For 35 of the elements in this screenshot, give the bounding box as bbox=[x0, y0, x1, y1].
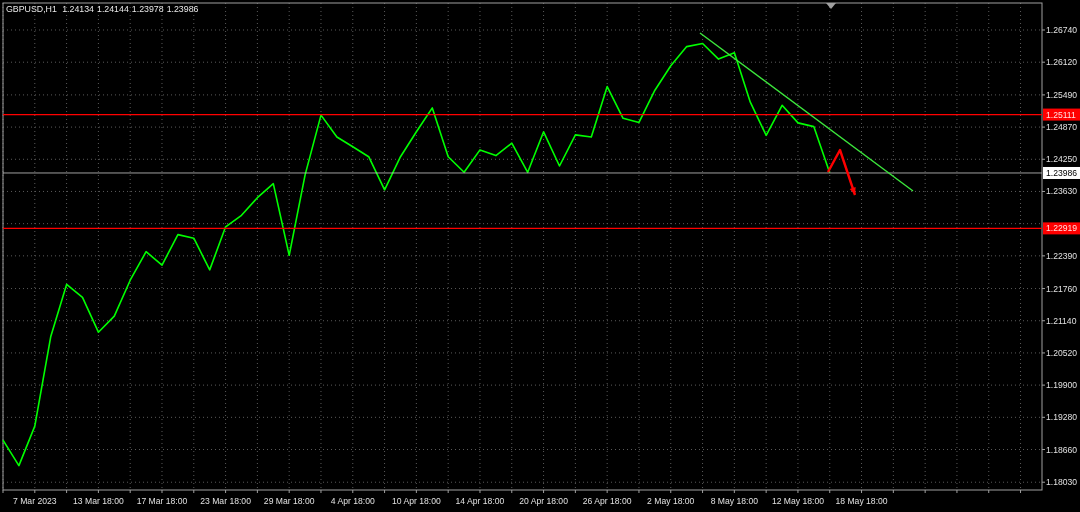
arrow-drawing[interactable] bbox=[826, 148, 857, 196]
axis-label: 17 Mar 18:00 bbox=[136, 496, 188, 506]
axis-label: 1.22390 bbox=[1046, 250, 1078, 261]
axis-label: 1.26740 bbox=[1046, 25, 1078, 35]
axis-label: 12 May 18:00 bbox=[771, 496, 824, 506]
axis-label: 4 Apr 18:00 bbox=[330, 496, 375, 506]
axis-label: 1.25490 bbox=[1046, 89, 1078, 100]
axis-label: 13 Mar 18:00 bbox=[73, 496, 124, 506]
axis-label: 1.20520 bbox=[1046, 347, 1078, 358]
axis-label: 1.19280 bbox=[1046, 412, 1078, 423]
price-label: 1.22919 bbox=[1043, 222, 1080, 235]
triangle-icon[interactable] bbox=[826, 3, 836, 9]
axis-label: 7 Mar 2023 bbox=[13, 496, 57, 506]
chart-header: GBPUSD,H1 1.24134 1.24144 1.23978 1.23986 bbox=[6, 4, 199, 14]
axis-label: 1.23630 bbox=[1046, 186, 1078, 197]
axis-label: 2 May 18:00 bbox=[647, 496, 695, 506]
axis-label: 1.18660 bbox=[1046, 444, 1078, 455]
horizontal-line[interactable] bbox=[2, 113, 1043, 116]
axis-label: 26 Apr 18:00 bbox=[582, 496, 632, 506]
axis-label: 8 May 18:00 bbox=[710, 496, 758, 506]
axis-label: 1.24870 bbox=[1046, 122, 1078, 133]
axis-label: 1.21760 bbox=[1046, 283, 1078, 294]
axis-label: 20 Apr 18:00 bbox=[519, 496, 568, 506]
axis-label: 14 Apr 18:00 bbox=[455, 496, 505, 506]
axis-label: 1.18030 bbox=[1046, 477, 1078, 488]
axis-label: 29 Mar 18:00 bbox=[263, 496, 315, 506]
horizontal-line[interactable] bbox=[2, 227, 1043, 229]
trend-line[interactable] bbox=[699, 32, 914, 192]
axis-label: 1.24250 bbox=[1046, 154, 1078, 165]
axis-label: 1.21140 bbox=[1046, 315, 1077, 326]
axis-label: 1.19900 bbox=[1046, 380, 1078, 391]
axis-label: 1.26120 bbox=[1046, 57, 1078, 68]
axis-label: 10 Apr 18:00 bbox=[392, 496, 441, 506]
axis-label: 18 May 18:00 bbox=[835, 496, 888, 506]
axis-label: 23 Mar 18:00 bbox=[200, 496, 251, 506]
